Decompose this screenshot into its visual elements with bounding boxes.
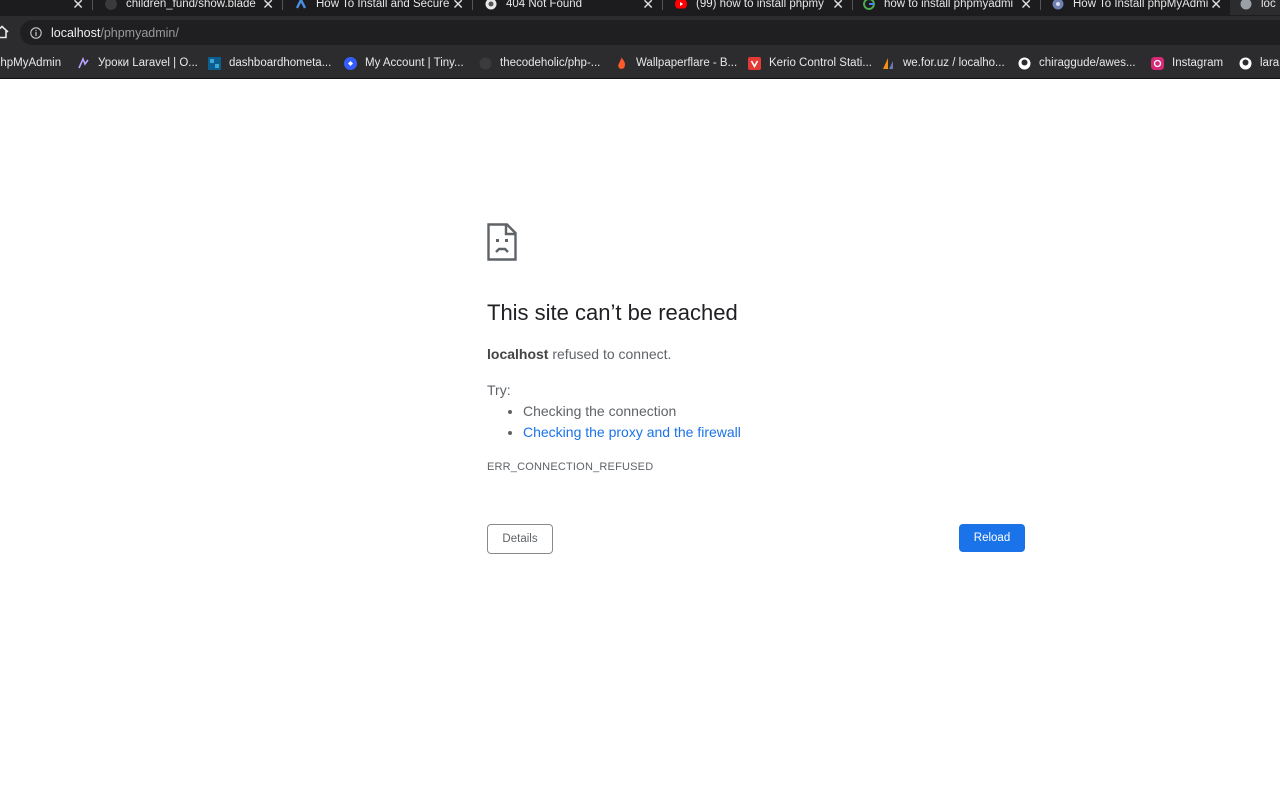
bookmark-we-for-uz[interactable]: we.for.uz / localho... (882, 55, 1005, 71)
address-bar[interactable]: localhost/phpmyadmin/ (20, 20, 1280, 45)
sad-document-icon (487, 223, 517, 261)
error-title: This site can’t be reached (487, 300, 738, 325)
phpmyadmin-sail-icon (883, 57, 893, 69)
tab-separator (282, 0, 283, 10)
bookmark-label: phpMyAdmin (0, 57, 62, 69)
github-icon (1239, 57, 1252, 69)
globe-icon (1240, 0, 1252, 10)
error-host: localhost (487, 346, 549, 362)
bookmark-lara[interactable]: lara (1239, 55, 1279, 71)
google-icon (863, 0, 875, 10)
bookmark-tiny-account[interactable]: My Account | Tiny... (344, 55, 464, 71)
bookmark-laravel-lessons[interactable]: Уроки Laravel | O... (77, 55, 198, 71)
tab-how-to-install-secure[interactable]: How To Install and Secure ✕ (285, 0, 470, 15)
tab-previous[interactable]: ✕ (0, 0, 90, 15)
bookmark-label: we.for.uz / localho... (903, 57, 1005, 69)
info-icon[interactable] (30, 26, 42, 39)
tab-title: loc (1261, 0, 1276, 10)
bookmark-label: dashboardhometa... (229, 57, 332, 69)
tab-how-to-install-phpmyadmin[interactable]: How To Install phpMyAdmi ✕ (1042, 0, 1228, 15)
tab-404-not-found[interactable]: 404 Not Found ✕ (475, 0, 660, 15)
error-code: ERR_CONNECTION_REFUSED (487, 461, 654, 473)
proxy-firewall-link[interactable]: Checking the proxy and the firewall (523, 424, 741, 440)
home-icon[interactable] (0, 25, 9, 39)
tab-title: 404 Not Found (506, 0, 583, 10)
youtube-icon (675, 0, 687, 9)
bookmark-label: Instagram (1172, 57, 1224, 69)
error-message: refused to connect. (548, 346, 672, 362)
github-icon (479, 57, 492, 69)
tab-title: How To Install phpMyAdmi (1073, 0, 1209, 10)
tab-title: how to install phpmyadmi (884, 0, 1014, 10)
bookmark-label: My Account | Tiny... (365, 57, 464, 69)
tab-children-fund[interactable]: children_fund/show.blade ✕ (95, 0, 280, 15)
tab-title: children_fund/show.blade (126, 0, 256, 10)
tab-active-localhost[interactable]: loc (1230, 0, 1280, 15)
bookmark-phpmyadmin[interactable]: phpMyAdmin (0, 55, 61, 71)
details-button[interactable]: Details (487, 524, 553, 554)
close-icon[interactable]: ✕ (262, 0, 274, 11)
bookmark-label: Wallpaperflare - B... (636, 57, 738, 69)
suggestions-list: Checking the connection Checking the pro… (487, 401, 741, 443)
close-icon[interactable]: ✕ (642, 0, 654, 11)
laravel-icon (78, 56, 89, 68)
suggestion-check-connection: Checking the connection (523, 401, 741, 422)
flame-icon (618, 57, 626, 69)
bookmark-dashboard[interactable]: dashboardhometa... (208, 55, 331, 71)
suggestion-check-proxy-firewall[interactable]: Checking the proxy and the firewall (523, 422, 741, 443)
tab-title: (99) how to install phpmy (696, 0, 824, 10)
bookmark-thecodeholic[interactable]: thecodeholic/php-... (479, 55, 600, 71)
url-host: localhost (51, 25, 101, 40)
url-path: /phpmyadmin/ (100, 25, 179, 40)
tab-google-search[interactable]: how to install phpmyadmi ✕ (853, 0, 1038, 15)
close-icon[interactable]: ✕ (72, 0, 84, 11)
tiny-icon (344, 56, 357, 70)
github-icon (1018, 57, 1031, 69)
tab-separator (1040, 0, 1041, 10)
close-icon[interactable]: ✕ (832, 0, 844, 11)
globe-icon (485, 0, 497, 10)
bookmark-chiraggude[interactable]: chiraggude/awes... (1018, 55, 1136, 71)
bookmark-wallpaperflare[interactable]: Wallpaperflare - B... (615, 55, 737, 71)
globe-icon (1052, 0, 1064, 10)
tab-strip: ✕ children_fund/show.blade ✕ How To Inst… (0, 0, 1280, 16)
browser-toolbar: localhost/phpmyadmin/ (0, 16, 1280, 49)
bookmark-label: lara (1260, 57, 1280, 69)
tab-separator (662, 0, 663, 10)
tab-separator (472, 0, 473, 10)
bookmark-instagram[interactable]: Instagram (1151, 55, 1223, 71)
github-icon (105, 0, 117, 10)
dashboard-icon (208, 56, 221, 70)
tab-title: How To Install and Secure (316, 0, 450, 10)
reload-button[interactable]: Reload (959, 524, 1025, 552)
close-icon[interactable]: ✕ (1020, 0, 1032, 11)
bookmark-label: Уроки Laravel | O... (98, 57, 198, 69)
shield-icon (748, 56, 761, 70)
tab-youtube[interactable]: (99) how to install phpmy ✕ (665, 0, 850, 15)
bookmarks-bar: phpMyAdmin Уроки Laravel | O... dashboar… (0, 49, 1280, 79)
try-label: Try: (487, 382, 511, 398)
error-description: localhost refused to connect. (487, 346, 671, 362)
tab-separator (92, 0, 93, 10)
bookmark-label: chiraggude/awes... (1039, 57, 1136, 69)
bookmark-kerio-control[interactable]: Kerio Control Stati... (748, 55, 872, 71)
close-icon[interactable]: ✕ (452, 0, 464, 11)
instagram-icon (1151, 56, 1164, 70)
bookmark-label: thecodeholic/php-... (500, 57, 601, 69)
close-icon[interactable]: ✕ (1210, 0, 1222, 11)
bookmark-label: Kerio Control Stati... (769, 57, 872, 69)
digitalocean-icon (295, 0, 307, 9)
